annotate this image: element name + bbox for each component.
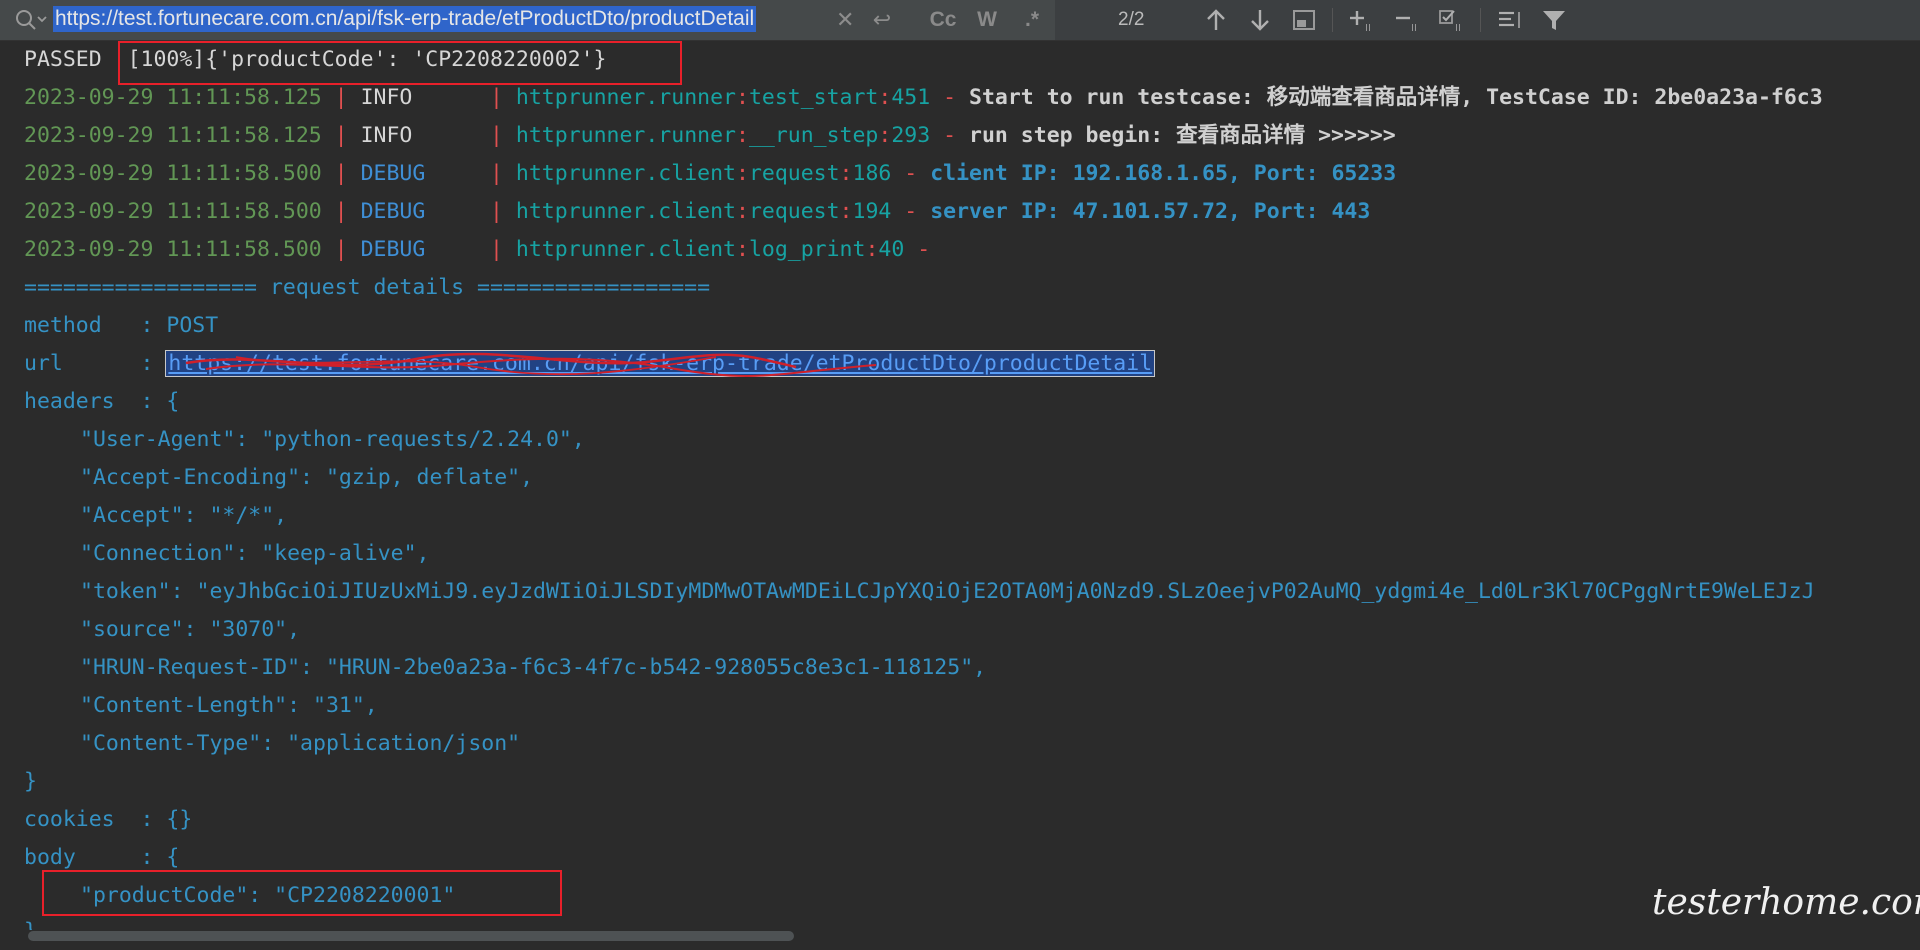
svg-text:II: II	[1455, 23, 1461, 34]
body-entry: "productCode": "CP2208220001"	[80, 883, 456, 908]
toolbar-divider	[1480, 8, 1481, 32]
log-line-no: 194	[852, 199, 892, 224]
horizontal-scrollbar[interactable]	[28, 931, 794, 941]
log-line: 2023-09-29 11:11:58.500 | DEBUG | httpru…	[24, 199, 1371, 224]
url-key: url	[24, 351, 141, 376]
header-entry: "Content-Length": "31",	[80, 693, 378, 718]
log-time: 2023-09-29 11:11:58.125	[24, 85, 322, 110]
headers-line: headers : {	[24, 389, 180, 414]
log-line: 2023-09-29 11:11:58.125 | INFO | httprun…	[24, 85, 1823, 110]
log-func: request	[748, 199, 840, 224]
filter-search-results-icon[interactable]	[1288, 6, 1320, 34]
previous-occurrence-icon[interactable]	[1200, 6, 1232, 34]
header-entry: "token": "eyJhbGciOiJIUzUxMiJ9.eyJzdWIiO…	[80, 579, 1815, 604]
add-occurrence-icon[interactable]: II	[1346, 6, 1378, 34]
url-link[interactable]: https://test.fortunecare.com.cn/api/fsk-…	[165, 350, 1156, 377]
section-header: ================== request details =====…	[24, 275, 711, 300]
log-func: log_print	[748, 237, 866, 262]
search-field[interactable]: https://test.fortunecare.com.cn/api/fsk-…	[0, 0, 1055, 40]
log-line-no: 186	[852, 161, 892, 186]
remove-occurrence-icon[interactable]: II	[1392, 6, 1424, 34]
log-line: 2023-09-29 11:11:58.500 | DEBUG | httpru…	[24, 237, 944, 262]
toolbar-divider	[1332, 8, 1333, 32]
match-count: 2/2	[1118, 9, 1145, 30]
log-module: httprunner.runner	[515, 85, 736, 110]
cookies-value: {}	[166, 807, 193, 832]
next-occurrence-icon[interactable]	[1244, 6, 1276, 34]
headers-key: headers	[24, 389, 141, 414]
log-line: 2023-09-29 11:11:58.500 | DEBUG | httpru…	[24, 161, 1397, 186]
svg-text:II: II	[1411, 23, 1417, 34]
log-level: INFO	[360, 123, 413, 148]
svg-text:II: II	[1365, 23, 1371, 34]
log-level: INFO	[360, 85, 413, 110]
log-level: DEBUG	[360, 199, 426, 224]
url-line: url : https://test.fortunecare.com.cn/ap…	[24, 350, 1156, 377]
filter-icon[interactable]	[1538, 6, 1570, 34]
clear-search-icon[interactable]: ✕	[836, 6, 854, 34]
test-result-line: PASSED [100%]{'productCode': 'CP22082200…	[24, 42, 607, 78]
log-time: 2023-09-29 11:11:58.500	[24, 161, 322, 186]
log-line-no: 40	[878, 237, 905, 262]
find-toolbar: https://test.fortunecare.com.cn/api/fsk-…	[0, 0, 1920, 41]
log-level: DEBUG	[360, 161, 426, 186]
log-message: run step begin: 查看商品详情 >>>>>>	[969, 123, 1396, 148]
test-params: {'productCode': 'CP2208220002'}	[205, 47, 607, 72]
cookies-key: cookies	[24, 807, 141, 832]
header-entry: "Accept-Encoding": "gzip, deflate",	[80, 465, 534, 490]
method-key: method	[24, 313, 141, 338]
body-line: body : {	[24, 845, 180, 870]
log-message: client IP: 192.168.1.65, Port: 65233	[930, 161, 1397, 186]
whole-words-button[interactable]: W	[974, 6, 1000, 34]
log-time: 2023-09-29 11:11:58.125	[24, 123, 322, 148]
passed-status: PASSED	[24, 47, 102, 72]
header-entry: "source": "3070",	[80, 617, 301, 642]
log-time: 2023-09-29 11:11:58.500	[24, 237, 322, 262]
header-entry: "Content-Type": "application/json"	[80, 731, 521, 756]
watermark-text: testerhome.com	[1652, 882, 1920, 923]
log-line: 2023-09-29 11:11:58.125 | INFO | httprun…	[24, 123, 1396, 148]
header-entry: "Accept": "*/*",	[80, 503, 288, 528]
log-line-no: 451	[891, 85, 931, 110]
console-output[interactable]: PASSED [100%]{'productCode': 'CP22082200…	[0, 42, 1920, 930]
regex-button[interactable]: .*	[1018, 6, 1046, 34]
log-func: request	[748, 161, 840, 186]
select-all-occurrences-icon[interactable]: II	[1436, 6, 1468, 34]
log-func: test_start	[748, 85, 879, 110]
method-value: POST	[166, 313, 219, 338]
log-time: 2023-09-29 11:11:58.500	[24, 199, 322, 224]
log-message: Start to run testcase: 移动端查看商品详情, TestCa…	[969, 85, 1823, 110]
log-func: __run_step	[748, 123, 879, 148]
progress-percent: [100%]	[127, 47, 206, 72]
method-line: method : POST	[24, 313, 219, 338]
body-key: body	[24, 845, 141, 870]
log-module: httprunner.runner	[515, 123, 736, 148]
log-level: DEBUG	[360, 237, 426, 262]
match-case-button[interactable]: Cc	[928, 6, 958, 34]
log-module: httprunner.client	[515, 237, 736, 262]
open-in-window-icon[interactable]	[1494, 6, 1526, 34]
headers-close-brace: }	[24, 769, 37, 794]
log-line-no: 293	[891, 123, 931, 148]
search-input[interactable]: https://test.fortunecare.com.cn/api/fsk-…	[53, 6, 757, 32]
new-line-icon[interactable]: ↩	[868, 6, 896, 34]
header-entry: "Connection": "keep-alive",	[80, 541, 430, 566]
header-entry: "HRUN-Request-ID": "HRUN-2be0a23a-f6c3-4…	[80, 655, 987, 680]
cookies-line: cookies : {}	[24, 807, 193, 832]
log-module: httprunner.client	[515, 161, 736, 186]
header-entry: "User-Agent": "python-requests/2.24.0",	[80, 427, 585, 452]
body-close-brace: }	[24, 914, 37, 930]
log-message: server IP: 47.101.57.72, Port: 443	[930, 199, 1371, 224]
search-icon[interactable]	[14, 8, 48, 32]
log-module: httprunner.client	[515, 199, 736, 224]
